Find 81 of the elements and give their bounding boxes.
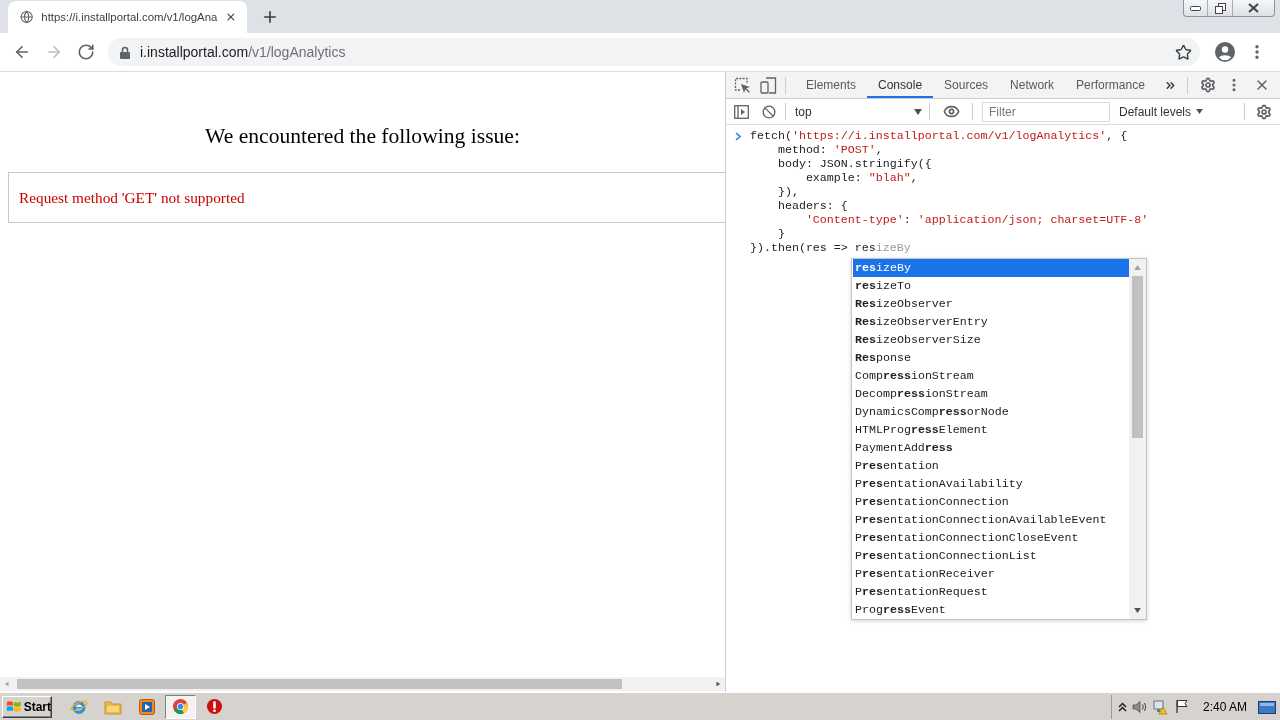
browser-tab[interactable]: https://i.installportal.com/v1/logAna: [8, 1, 247, 33]
dropdown-triangle-icon: [1196, 109, 1204, 114]
suggestion-item[interactable]: PaymentAddress: [853, 439, 1129, 457]
devtools-tab[interactable]: Sources: [933, 72, 1000, 98]
scroll-right-icon: [715, 681, 721, 687]
star-icon[interactable]: [1175, 43, 1192, 61]
eye-icon[interactable]: [942, 103, 960, 120]
scrollbar-thumb[interactable]: [17, 679, 622, 689]
code-line: body: JSON.stringify({: [777, 157, 932, 171]
settings-icon[interactable]: [1256, 103, 1272, 120]
suggestion-item[interactable]: PresentationConnectionCloseEvent: [853, 529, 1129, 547]
scroll-down-icon: [1134, 608, 1141, 613]
suggestion-item[interactable]: PresentationAvailability: [853, 475, 1129, 493]
horizontal-scrollbar[interactable]: [0, 677, 725, 691]
scrollbar-thumb[interactable]: [1132, 276, 1143, 438]
suggestion-item[interactable]: CompressionStream: [853, 367, 1129, 385]
error-message: Request method 'GET' not supported: [19, 188, 245, 207]
show-hidden-icons-icon[interactable]: [1117, 701, 1127, 712]
suggestion-item[interactable]: resizeTo: [853, 277, 1129, 295]
restore-icon: [1214, 2, 1226, 14]
suggestion-item[interactable]: Response: [853, 349, 1129, 367]
minimize-icon: [1190, 5, 1201, 11]
account-icon[interactable]: [1215, 42, 1235, 62]
suggestion-item[interactable]: ResizeObserverEntry: [853, 313, 1129, 331]
code-line: headers: {: [777, 199, 848, 213]
devtools-tab[interactable]: Network: [999, 72, 1066, 98]
code-line: fetch('https://i.installportal.com/v1/logAnalytics', {: [750, 129, 1128, 143]
suggestion-item[interactable]: DynamicsCompressorNode: [853, 403, 1129, 421]
code-line: example: "blah",: [805, 171, 918, 185]
code-line: }).then(res => resizeBy: [750, 241, 911, 255]
suggestion-item[interactable]: ProgressEvent: [853, 601, 1129, 619]
url-text: i.installportal.com/v1/logAnalytics: [140, 44, 346, 60]
suggestion-item[interactable]: Presentation: [853, 457, 1129, 475]
close-icon[interactable]: [225, 10, 237, 24]
devtools-tab[interactable]: Elements: [795, 72, 868, 98]
levels-dropdown[interactable]: Default levels: [1119, 104, 1204, 119]
dropdown-triangle-icon: [914, 108, 922, 115]
reload-icon[interactable]: [77, 43, 95, 61]
speaker-icon[interactable]: [1131, 699, 1148, 714]
page-heading: We encountered the following issue:: [204, 124, 521, 149]
scroll-left-icon: [4, 681, 10, 687]
exclamation-icon[interactable]: [206, 698, 223, 715]
suggestion-item[interactable]: resizeBy: [853, 259, 1129, 277]
flag-icon[interactable]: [1174, 699, 1190, 714]
inspect-icon[interactable]: [733, 76, 751, 94]
start-button[interactable]: Start: [2, 695, 52, 718]
suggestion-item[interactable]: ResizeObserverSize: [853, 331, 1129, 349]
device-icon[interactable]: [759, 76, 777, 94]
suggestion-item[interactable]: PresentationRequest: [853, 583, 1129, 601]
filter-field[interactable]: Filter: [982, 101, 1110, 122]
taskbar-app-button[interactable]: [165, 694, 196, 719]
devtools-tab[interactable]: Performance: [1065, 72, 1156, 98]
close-icon: [1248, 3, 1259, 13]
settings-icon[interactable]: [1200, 77, 1216, 93]
sidebar-toggle-icon[interactable]: [733, 104, 749, 119]
address-bar[interactable]: i.installportal.com/v1/logAnalytics: [108, 38, 1200, 66]
context-select[interactable]: top: [789, 101, 929, 122]
lock-icon: [120, 45, 130, 59]
suggestion-item[interactable]: PresentationConnectionList: [853, 547, 1129, 565]
suggestion-item[interactable]: DecompressionStream: [853, 385, 1129, 403]
code-line: method: 'POST',: [777, 143, 883, 157]
suggestion-item[interactable]: HTMLProgressElement: [853, 421, 1129, 439]
suggestion-item[interactable]: PresentationConnectionAvailableEvent: [853, 511, 1129, 529]
vertical-scrollbar[interactable]: [1129, 259, 1146, 619]
play-tile-icon[interactable]: [138, 698, 155, 715]
back-icon[interactable]: [13, 43, 31, 61]
show-desktop-icon[interactable]: [1258, 698, 1276, 715]
prompt-chevron-icon: [735, 131, 741, 141]
suggestion-item[interactable]: ResizeObserver: [853, 295, 1129, 313]
suggestion-item[interactable]: PresentationReceiver: [853, 565, 1129, 583]
code-line: 'Content-type': 'application/json; charset=UTF-8': [805, 213, 1149, 227]
clock-text: 2:40 AM: [1202, 699, 1247, 714]
code-line: }),: [777, 185, 799, 199]
globe-icon: [20, 9, 34, 25]
code-line: }: [777, 227, 785, 241]
scroll-up-icon: [1134, 265, 1141, 270]
four-pane-flag-icon: [6, 699, 22, 714]
close-icon[interactable]: [1254, 77, 1270, 93]
circle-logo-icon[interactable]: [172, 698, 189, 715]
suggestion-item[interactable]: PresentationConnection: [853, 493, 1129, 511]
clear-console-icon[interactable]: [762, 104, 776, 119]
